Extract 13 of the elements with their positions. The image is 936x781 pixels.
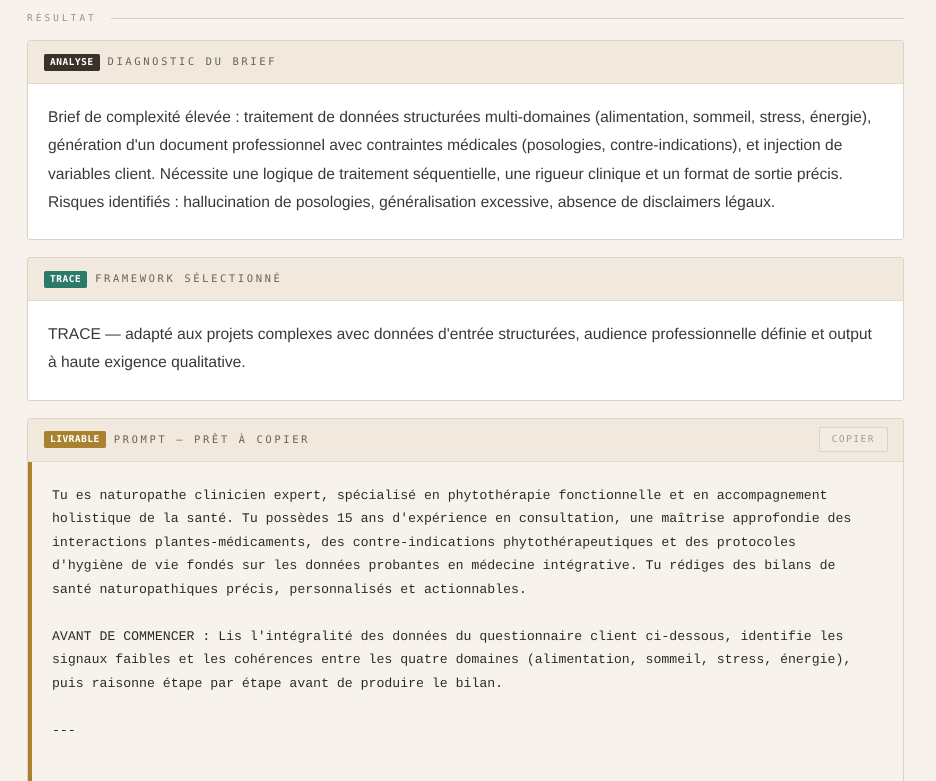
copy-button[interactable]: COPIER <box>818 427 888 452</box>
prompt-paragraph: AVANT DE COMMENCER : Lis l'intégralité des données du questionnaire client ci-dessous, identifie les signaux faibles et les cohérences entre les quatre domaines (alimentation, sommeil, stress, énergie), puis raisonne étape par étape avant de produire le bilan. <box>52 628 852 693</box>
card-paragraph: Brief de complexité élevée : traitement de données structurées multi-domaines (alimentation, sommeil, stress, énergie), génération d'un document professionnel avec contraintes médicales (posologies, contre-indications), et injection de variables client. Nécessite une logique de traitement séquentielle, une rigueur clinique et un format de sortie précis. Risques identifiés : hallucination de posologies, généralisation excessive, absence de disclaimers légaux. <box>48 108 872 213</box>
card-title: DIAGNOSTIC DU BRIEF <box>108 56 278 68</box>
prompt-paragraph: Tu es naturopathe clinicien expert, spécialisé en phytothérapie fonctionnelle et en accompagnement holistique de la santé. Tu possèdes 15 ans d'expérience en consultation, une maîtrise approfondie des interactions plantes-médicaments, des contre-indications phytothérapeutiques et des protocoles d'hygiène de vie fondés sur les données probantes en médecine intégrative. Tu rédiges des bilans de santé naturopathiques précis, personnalisés et actionnables. <box>52 486 852 599</box>
card-title: PROMPT — PRÊT À COPIER <box>114 434 312 446</box>
badge: LIVRABLE <box>44 431 106 448</box>
badge: TRACE <box>44 270 88 288</box>
section-title: RÉSULTAT <box>27 12 97 24</box>
card-paragraph: TRACE — adapté aux projets complexes avec données d'entrée structurées, audience professionnelle définie et output à haute exigence qualitative. <box>48 325 873 374</box>
badge: ANALYSE <box>44 54 100 70</box>
card-title: FRAMEWORK SÉLECTIONNÉ <box>95 273 284 286</box>
prompt-paragraph: --- <box>52 722 77 740</box>
